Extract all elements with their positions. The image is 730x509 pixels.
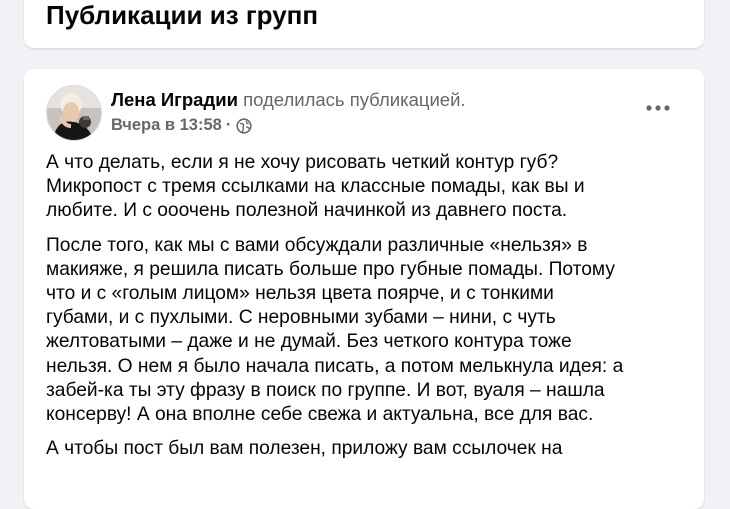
post-card: Лена Иградии поделилась публикацией. Вче… xyxy=(24,69,704,509)
post-meta: Вчера в 13:58 · xyxy=(111,116,252,135)
post-body: А что делать, если я не хочу рисовать че… xyxy=(46,151,686,471)
post-paragraph: А чтобы пост был вам полезен, приложу ва… xyxy=(46,438,563,460)
globe-icon[interactable] xyxy=(236,117,252,134)
meta-separator: · xyxy=(225,116,232,134)
post-paragraph: А что делать, если я не хочу рисовать че… xyxy=(46,152,585,222)
more-dots-icon xyxy=(646,105,670,111)
section-title: Публикации из групп xyxy=(46,0,319,30)
post-paragraph: После того, как мы с вами обсуждали разл… xyxy=(46,234,624,426)
post-author-line: Лена Иградии поделилась публикацией. xyxy=(111,89,466,111)
post-timestamp[interactable]: Вчера в 13:58 xyxy=(111,116,222,135)
avatar-photo xyxy=(47,86,101,140)
shared-post-text: поделилась публикацией. xyxy=(243,89,466,110)
groups-posts-header-card: Публикации из групп xyxy=(24,0,704,48)
author-name[interactable]: Лена Иградии xyxy=(111,89,238,110)
author-avatar[interactable] xyxy=(46,85,102,141)
more-options-button[interactable] xyxy=(638,93,678,123)
